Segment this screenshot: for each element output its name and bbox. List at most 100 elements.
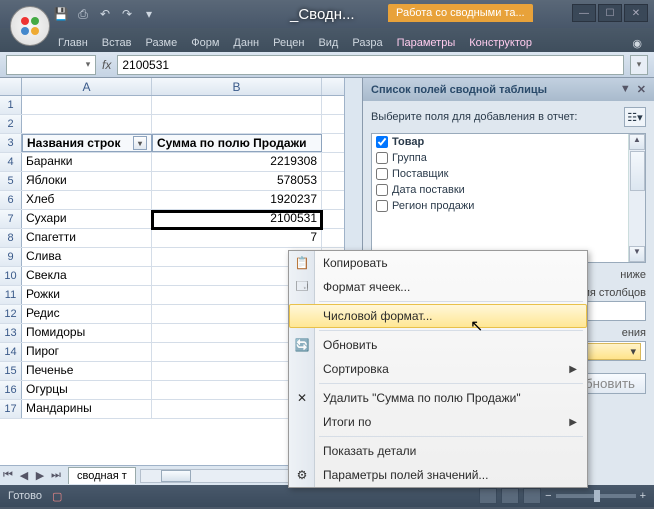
cell[interactable]: Печенье xyxy=(22,362,152,380)
field-list-item[interactable]: Дата поставки xyxy=(372,182,645,198)
cell[interactable]: Рожки xyxy=(22,286,152,304)
field-checkbox[interactable] xyxy=(376,184,388,196)
row-header[interactable]: 7 xyxy=(0,210,22,228)
zoom-in-icon[interactable]: + xyxy=(640,490,646,502)
print-icon[interactable]: ⎙ xyxy=(74,5,92,23)
cell[interactable]: 2219308 xyxy=(152,153,322,171)
cell[interactable]: Сухари xyxy=(22,210,152,228)
field-list-item[interactable]: Регион продажи xyxy=(372,198,645,214)
cell[interactable]: Хлеб xyxy=(22,191,152,209)
layout-options-icon[interactable]: ☷▾ xyxy=(624,107,646,127)
table-row[interactable]: 1 xyxy=(0,96,344,115)
field-list-scrollbar[interactable]: ▲ ▼ xyxy=(628,134,645,262)
ribbon-tab[interactable]: Разме xyxy=(140,33,184,52)
table-row[interactable]: 3Названия строк▾Сумма по полю Продажи xyxy=(0,134,344,153)
cell[interactable]: 578053 xyxy=(152,172,322,190)
row-header[interactable]: 11 xyxy=(0,286,22,304)
ribbon-help-icon[interactable]: ◉ xyxy=(626,35,648,52)
menu-item[interactable]: Числовой формат... xyxy=(289,304,587,328)
field-checkbox[interactable] xyxy=(376,200,388,212)
zoom-out-icon[interactable]: − xyxy=(545,490,551,502)
sheet-tab[interactable]: сводная т xyxy=(68,467,136,484)
sheet-nav-last-icon[interactable]: ⏭ xyxy=(48,469,64,482)
ribbon-tab[interactable]: Данн xyxy=(227,33,265,52)
menu-item[interactable]: Сортировка▶ xyxy=(289,357,587,381)
formula-bar[interactable]: 2100531 xyxy=(117,55,624,75)
cell[interactable] xyxy=(22,96,152,114)
row-header[interactable]: 16 xyxy=(0,381,22,399)
fx-icon[interactable]: fx xyxy=(102,58,111,72)
menu-item[interactable]: ⚙Параметры полей значений... xyxy=(289,463,587,487)
ribbon-tab[interactable]: Разра xyxy=(346,33,388,52)
field-checkbox[interactable] xyxy=(376,168,388,180)
ribbon-tab-context[interactable]: Конструктор xyxy=(463,33,538,52)
ribbon-tab[interactable]: Вид xyxy=(312,33,344,52)
ribbon-tab[interactable]: Главн xyxy=(52,33,94,52)
formula-expand-icon[interactable]: ▾ xyxy=(630,55,648,75)
filter-dropdown-icon[interactable]: ▾ xyxy=(133,136,147,150)
cell[interactable]: 7 xyxy=(152,229,322,247)
ribbon-tab[interactable]: Форм xyxy=(185,33,225,52)
field-checkbox[interactable] xyxy=(376,152,388,164)
macro-record-icon[interactable]: ▢ xyxy=(52,490,62,503)
sheet-nav-first-icon[interactable]: ⏮ xyxy=(0,469,16,482)
row-header[interactable]: 15 xyxy=(0,362,22,380)
menu-item[interactable]: ✕Удалить "Сумма по полю Продажи" xyxy=(289,386,587,410)
row-header[interactable]: 9 xyxy=(0,248,22,266)
row-header[interactable]: 12 xyxy=(0,305,22,323)
row-header[interactable]: 3 xyxy=(0,134,22,152)
chevron-down-icon[interactable]: ▾ xyxy=(81,59,95,70)
field-checkbox[interactable] xyxy=(376,136,388,148)
name-box[interactable]: ▾ xyxy=(6,55,96,75)
view-normal-icon[interactable] xyxy=(479,488,497,504)
cell[interactable]: Пирог xyxy=(22,343,152,361)
ribbon-tab[interactable]: Рецен xyxy=(267,33,310,52)
row-header[interactable]: 2 xyxy=(0,115,22,133)
sheet-nav-prev-icon[interactable]: ◀ xyxy=(16,469,32,482)
field-list-item[interactable]: Группа xyxy=(372,150,645,166)
cell[interactable]: Сумма по полю Продажи xyxy=(152,134,322,152)
cell[interactable]: Слива xyxy=(22,248,152,266)
view-layout-icon[interactable] xyxy=(501,488,519,504)
cell[interactable]: Помидоры xyxy=(22,324,152,342)
menu-item[interactable]: 🔄Обновить xyxy=(289,333,587,357)
maximize-button[interactable]: ☐ xyxy=(598,4,622,22)
cell[interactable]: 2100531 xyxy=(152,210,322,228)
select-all-corner[interactable] xyxy=(0,78,22,95)
cell[interactable] xyxy=(152,115,322,133)
cell[interactable]: Баранки xyxy=(22,153,152,171)
row-header[interactable]: 4 xyxy=(0,153,22,171)
row-header[interactable]: 10 xyxy=(0,267,22,285)
cell[interactable]: Спагетти xyxy=(22,229,152,247)
office-button[interactable] xyxy=(10,6,50,46)
qat-more-icon[interactable]: ▾ xyxy=(140,5,158,23)
close-button[interactable]: ✕ xyxy=(624,4,648,22)
table-row[interactable]: 2 xyxy=(0,115,344,134)
cell[interactable]: 1920237 xyxy=(152,191,322,209)
menu-item[interactable]: 📋Копировать xyxy=(289,251,587,275)
menu-item[interactable]: Итоги по▶ xyxy=(289,410,587,434)
chevron-down-icon[interactable]: ▼ xyxy=(620,83,631,96)
cell[interactable]: Свекла xyxy=(22,267,152,285)
field-list-box[interactable]: ТоварГруппаПоставщикДата поставкиРегион … xyxy=(371,133,646,263)
menu-item[interactable]: Показать детали xyxy=(289,439,587,463)
cell[interactable] xyxy=(22,115,152,133)
table-row[interactable]: 5Яблоки578053 xyxy=(0,172,344,191)
table-row[interactable]: 7Сухари2100531 xyxy=(0,210,344,229)
field-list-item[interactable]: Поставщик xyxy=(372,166,645,182)
row-header[interactable]: 6 xyxy=(0,191,22,209)
cell[interactable]: Огурцы xyxy=(22,381,152,399)
view-pagebreak-icon[interactable] xyxy=(523,488,541,504)
row-header[interactable]: 17 xyxy=(0,400,22,418)
cell[interactable]: Яблоки xyxy=(22,172,152,190)
table-row[interactable]: 6Хлеб1920237 xyxy=(0,191,344,210)
field-list-item[interactable]: Товар xyxy=(372,134,645,150)
close-icon[interactable]: ✕ xyxy=(637,83,646,96)
zoom-slider[interactable] xyxy=(556,494,636,498)
save-icon[interactable]: 💾 xyxy=(52,5,70,23)
menu-item[interactable]: 🗔Формат ячеек... xyxy=(289,275,587,299)
cell[interactable]: Мандарины xyxy=(22,400,152,418)
cell[interactable] xyxy=(152,96,322,114)
row-header[interactable]: 13 xyxy=(0,324,22,342)
row-header[interactable]: 1 xyxy=(0,96,22,114)
